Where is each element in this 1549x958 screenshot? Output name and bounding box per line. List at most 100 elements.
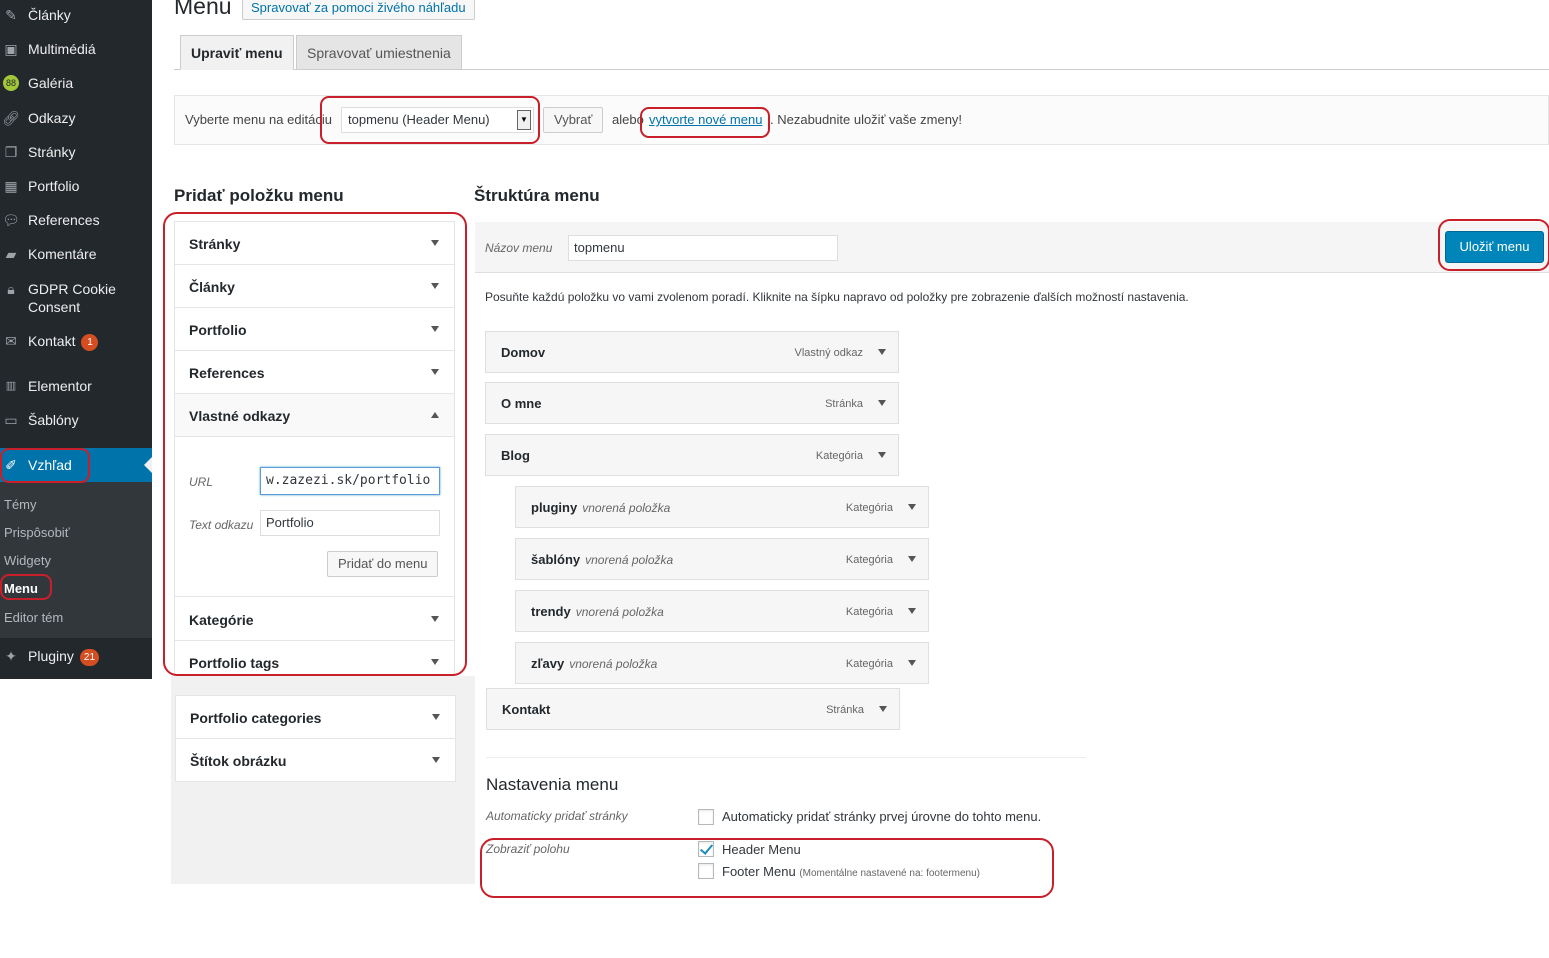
page-title: Menu [174, 0, 232, 19]
submenu-widgets[interactable]: Widgety [4, 553, 51, 569]
menu-item-type: Stránka [825, 398, 863, 410]
annotation-ring-appearance [0, 448, 90, 483]
accordion-title: Štítok obrázku [190, 753, 287, 769]
menu-item-title: Domov [501, 345, 546, 360]
mail-icon: ✉ [5, 333, 17, 349]
submenu-customize[interactable]: Prispôsobiť [4, 525, 70, 541]
sidebar-item-label: Galéria [28, 75, 74, 91]
menu-item-title-wrap: zľavy vnorená položka [531, 656, 657, 672]
sidebar-item-label-wrap: Kontakt 1 [28, 332, 99, 351]
menu-item-nested[interactable]: trendy vnorená položka Kategória [515, 590, 929, 632]
annotation-ring-add-items [163, 212, 467, 676]
sidebar-item-portfolio[interactable]: ▦ Portfolio [0, 177, 152, 197]
menu-item-type: Stránka [826, 704, 864, 716]
nested-item-label: vnorená položka [569, 657, 658, 671]
chevron-down-icon[interactable] [908, 608, 916, 614]
menu-item-nested[interactable]: pluginy vnorená položka Kategória [515, 486, 929, 528]
menu-item-type: Kategória [845, 658, 893, 670]
menu-item[interactable]: Blog Kategória [485, 434, 899, 476]
nested-item-label: vnorená položka [575, 605, 664, 619]
sidebar-item-label: Pluginy [28, 648, 74, 664]
notification-badge: 21 [79, 649, 100, 666]
gallery-icon: 88 [3, 75, 19, 91]
menu-item[interactable]: Kontakt Stránka [486, 688, 900, 730]
sidebar-item-posts[interactable]: ✎ Články [0, 6, 152, 26]
menu-item-title-wrap: šablóny vnorená položka [531, 552, 673, 568]
sidebar-item-media[interactable]: ▣ Multimédiá [0, 40, 152, 60]
chevron-down-icon[interactable] [879, 706, 887, 712]
chevron-down-icon[interactable] [878, 400, 886, 406]
nested-item-label: vnorená položka [585, 553, 674, 567]
sidebar-item-templates[interactable]: ▭ Šablóny [0, 411, 152, 431]
menu-item[interactable]: O mne Stránka [485, 382, 899, 424]
sidebar-item-label: Šablóny [28, 412, 79, 428]
auto-add-checkbox[interactable] [698, 809, 714, 825]
menu-item-title: zľavy [531, 656, 565, 671]
chevron-down-icon[interactable] [432, 714, 440, 720]
sidebar-item-label: Consent [28, 299, 81, 315]
accordion-section-image-tags[interactable]: Štítok obrázku [176, 739, 455, 782]
annotation-ring-menu-submenu [0, 574, 52, 600]
tab-edit-menus[interactable]: Upraviť menu [180, 35, 294, 70]
submenu-theme-editor[interactable]: Editor tém [4, 610, 63, 626]
menu-item-title: trendy [531, 604, 571, 619]
menu-item-type: Vlastný odkaz [794, 347, 863, 359]
menu-item[interactable]: Domov Vlastný odkaz [485, 331, 899, 373]
pages-icon: ❐ [4, 144, 18, 160]
folder-icon: ▭ [4, 412, 18, 428]
chevron-down-icon[interactable] [878, 452, 886, 458]
select-menu-button[interactable]: Vybrať [543, 107, 604, 133]
speech-bubbles-icon: 💬︎ [2, 212, 20, 228]
menu-item-type: Kategória [845, 554, 893, 566]
tab-manage-locations[interactable]: Spravovať umiestnenia [296, 35, 462, 70]
chevron-down-icon[interactable] [908, 556, 916, 562]
sidebar-item-comments[interactable]: ▰ Komentáre [0, 245, 152, 265]
menu-name-input[interactable]: topmenu [568, 235, 838, 261]
menu-item-type: Kategória [845, 502, 893, 514]
sidebar-item-references[interactable]: 💬︎ References [0, 211, 152, 231]
chevron-down-icon[interactable] [908, 504, 916, 510]
submenu-themes[interactable]: Témy [4, 497, 37, 513]
sidebar-item-label: Portfolio [28, 178, 80, 194]
select-menu-label: Vyberte menu na editáciu [185, 112, 332, 127]
sidebar-item-plugins[interactable]: ✦ Pluginy 21 [0, 647, 152, 667]
sidebar-item-pages[interactable]: ❐ Stránky [0, 143, 152, 163]
menu-item-title: Blog [501, 448, 530, 463]
sidebar-item-label: Články [28, 7, 71, 23]
auto-add-text: Automaticky pridať stránky prvej úrovne … [722, 809, 1042, 824]
annotation-ring-create-link [640, 107, 770, 138]
sidebar-item-label: Odkazy [28, 110, 76, 126]
annotation-ring-display-location [480, 838, 1054, 898]
menu-item-title: pluginy [531, 500, 578, 515]
sidebar-item-gallery[interactable]: 88 Galéria [0, 74, 152, 94]
lock-icon: 🔒︎ [7, 281, 15, 297]
chevron-down-icon[interactable] [878, 349, 886, 355]
menu-item-nested[interactable]: šablóny vnorená položka Kategória [515, 538, 929, 580]
chevron-down-icon[interactable] [432, 757, 440, 763]
menu-item-title: Kontakt [502, 702, 551, 717]
sidebar-item-label: Komentáre [28, 246, 97, 262]
elementor-icon: ▥ [5, 380, 17, 392]
sidebar-item-links[interactable]: 🔗︎ Odkazy [0, 109, 152, 129]
sidebar-item-contact[interactable]: ✉ Kontakt 1 [0, 332, 152, 352]
sidebar-item-gdpr[interactable]: 🔒︎ GDPR Cookie Consent [0, 280, 152, 318]
sidebar-item-elementor[interactable]: ▥ Elementor [0, 377, 152, 397]
add-items-accordion-continued: Portfolio categories Štítok obrázku [175, 695, 456, 782]
comment-icon: ▰ [5, 246, 17, 262]
annotation-ring-menu-select [320, 96, 540, 144]
link-icon: 🔗︎ [2, 110, 20, 126]
menu-structure-heading: Štruktúra menu [474, 186, 600, 205]
sidebar-item-label: References [28, 212, 100, 228]
live-preview-button[interactable]: Spravovať za pomoci živého náhľadu [242, 0, 475, 20]
chevron-down-icon[interactable] [908, 660, 916, 666]
menu-item-title-wrap: pluginy vnorená položka [531, 500, 670, 516]
menu-item-title-wrap: trendy vnorená položka [531, 604, 664, 620]
annotation-ring-save-button [1438, 219, 1549, 271]
sidebar-item-label: GDPR Cookie [28, 281, 116, 297]
sidebar-item-label: Stránky [28, 144, 76, 160]
accordion-section-portfolio-categories[interactable]: Portfolio categories [176, 696, 455, 739]
menu-settings-heading: Nastavenia menu [486, 775, 619, 794]
menu-item-nested[interactable]: zľavy vnorená položka Kategória [515, 642, 929, 684]
menu-item-type: Kategória [845, 606, 893, 618]
sidebar-item-label-wrap: Pluginy 21 [28, 647, 100, 666]
